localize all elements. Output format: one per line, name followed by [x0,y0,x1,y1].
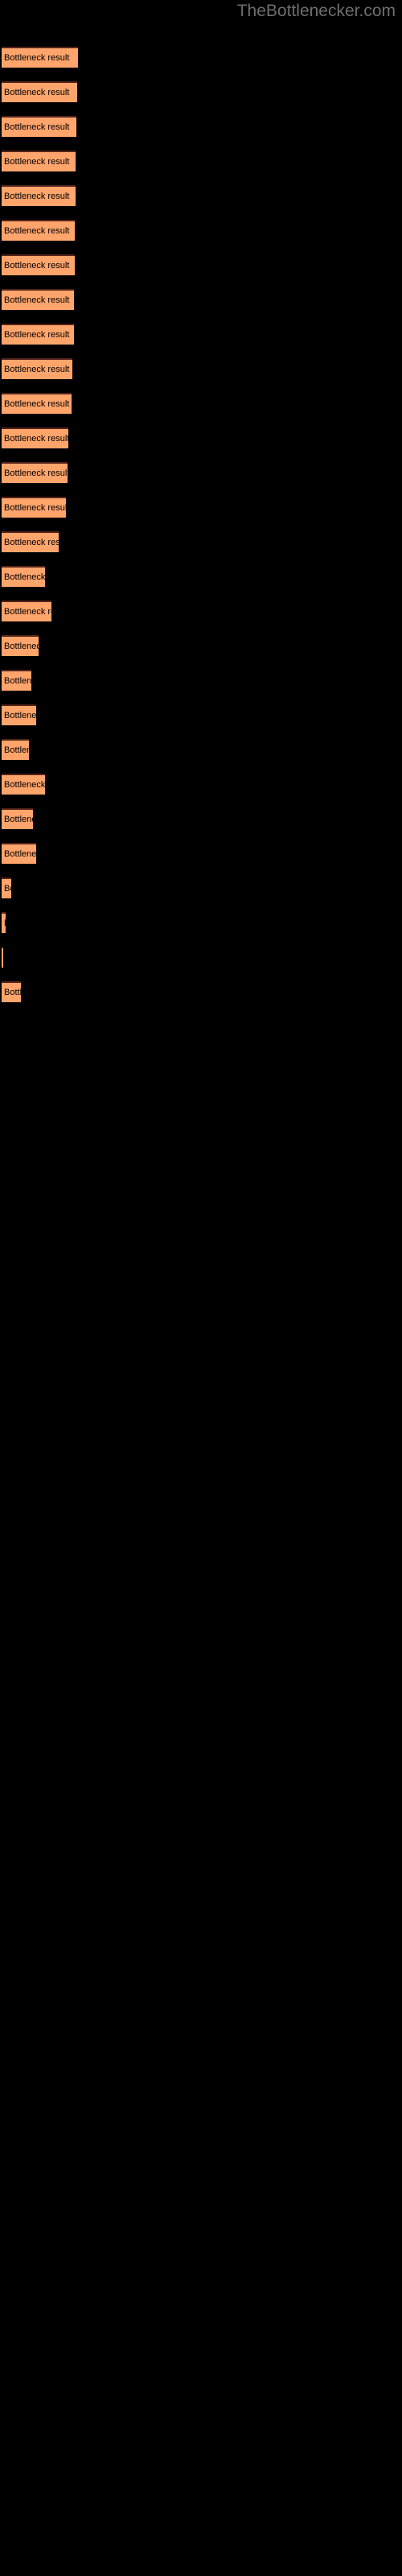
bar-row[interactable]: Bottleneck result [2,462,68,483]
bar-label: Bottleneck result [4,399,70,409]
bar-label: Bottleneck result [4,538,59,547]
bar-label: Bottleneck result [4,917,6,930]
bar-row[interactable]: Bottleneck result [2,808,33,829]
bar-row[interactable]: Bottleneck result [2,566,45,587]
bar-label: Bottleneck result [4,780,45,790]
bar-row[interactable]: Bottleneck result [2,47,78,68]
bar-row[interactable]: Bottleneck result [2,912,6,933]
bar-label: Bottleneck result [4,884,11,894]
bar-row[interactable]: Bottleneck result [2,254,75,275]
bar-list: Bottleneck result Bottleneck result Bottle… [0,0,402,2576]
bar-label: Bottleneck result [4,503,66,513]
bar-label: Bottleneck result [4,469,68,478]
bar-row[interactable]: Bottleneck result [2,324,74,345]
bar-row[interactable]: Bottleneck result [2,289,74,310]
bar-row[interactable]: Bottleneck result [2,427,68,448]
bar-label: Bottleneck result [4,849,36,859]
bar-label: Bottleneck result [4,53,70,63]
bar-row[interactable]: Bottleneck result [2,116,76,137]
bar-row[interactable]: Bottleneck result [2,739,29,760]
bar-row[interactable]: Bottleneck result [2,670,31,691]
bar-row[interactable]: Bottleneck result [2,531,59,552]
bar-label: Bottleneck result [4,711,36,720]
bar-row[interactable]: Bottleneck result [2,601,51,621]
bar-label: Bottleneck result [4,434,68,444]
bar-label: Bottleneck result [4,745,29,755]
bar-row[interactable]: Bottleneck result [2,358,72,379]
bar-row[interactable]: Bottleneck result [2,774,45,795]
bar-label: Bottleneck result [4,330,70,340]
bar-label: Bottleneck result [4,676,31,686]
bar-label: Bottleneck result [4,988,21,997]
bar-label: Bottleneck result [4,572,45,582]
bar-row[interactable]: Bottleneck result [2,704,36,725]
bar-row[interactable]: Bottleneck result [2,185,76,206]
bar-row[interactable]: Bottleneck result [2,981,21,1002]
bar-label: Bottleneck result [4,607,51,617]
bar-label: Bottleneck result [4,815,33,824]
bottleneck-chart: TheBottlenecker.com Bottleneck result Bot… [0,0,402,2576]
bar-label: Bottleneck result [4,295,70,305]
bar-row[interactable]: Bottleneck result [2,220,75,241]
bar-label: Bottleneck result [4,226,70,236]
bar-row[interactable]: Bottleneck result [2,635,39,656]
bar-row[interactable]: Bottleneck result [2,497,66,518]
bar-row[interactable]: Bottleneck result [2,393,72,414]
bar-label: Bottleneck result [4,261,70,270]
bar-row[interactable]: Bottleneck result [2,877,11,898]
bar-row[interactable]: Bottleneck result [2,81,77,102]
bar-label: Bottleneck result [4,192,70,201]
bar-label: Bottleneck result [4,122,70,132]
bar-label: Bottleneck result [4,365,70,374]
bar-label: Bottleneck result [4,642,39,651]
bar-label: Bottleneck result [4,88,70,97]
bar-label: Bottleneck result [4,157,70,167]
bar-row[interactable]: Bottleneck result [2,151,76,171]
bar-row[interactable]: Bottleneck result [2,947,3,968]
bar-row[interactable]: Bottleneck result [2,843,36,864]
